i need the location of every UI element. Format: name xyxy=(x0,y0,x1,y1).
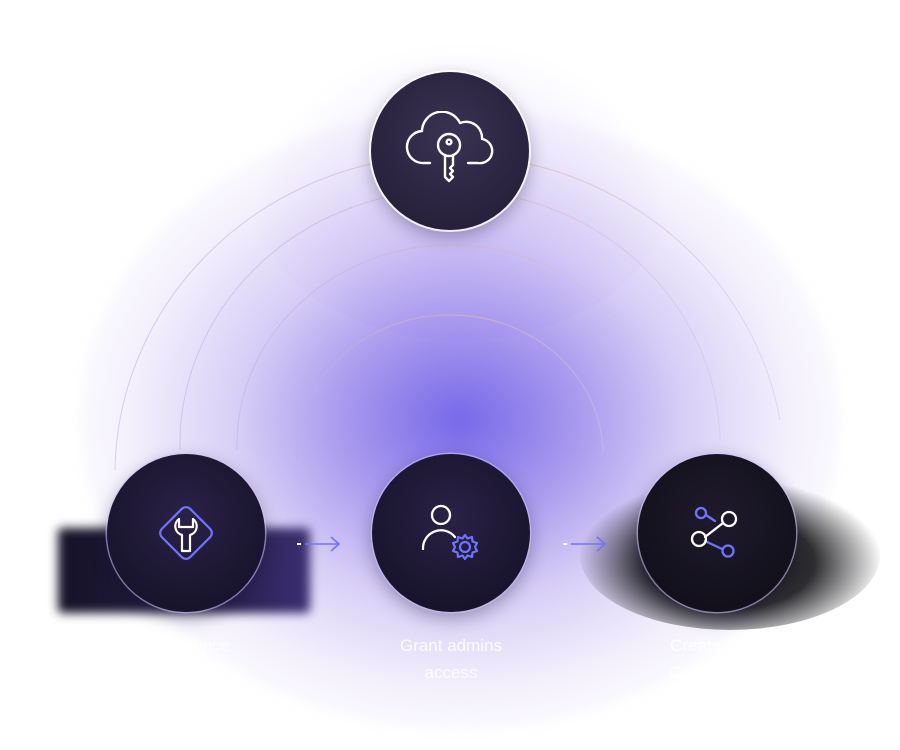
node-grant-admins xyxy=(372,454,530,612)
user-gear-icon xyxy=(421,504,479,561)
label-line: Grant admins xyxy=(399,636,503,655)
label-create-sso: Create SSO Connections xyxy=(606,632,826,686)
diagram-stage: Self-service profile Grant admins access… xyxy=(0,0,900,750)
label-line: Connections xyxy=(668,663,764,682)
arc-third xyxy=(236,244,666,451)
label-grant-admins: Grant admins access xyxy=(341,632,561,686)
arrow-right-icon xyxy=(297,536,341,552)
label-line: Self-service xyxy=(140,636,230,655)
label-line: profile xyxy=(161,663,209,682)
label-self-service: Self-service profile xyxy=(75,632,295,686)
arc-inner xyxy=(296,314,604,461)
node-create-sso xyxy=(638,454,796,612)
wrench-diamond-icon xyxy=(159,506,213,560)
cloud-key-icon xyxy=(405,111,494,183)
label-line: Create SSO xyxy=(670,636,762,655)
node-self-service xyxy=(107,454,265,612)
share-nodes-icon xyxy=(690,506,738,558)
label-line: access xyxy=(424,663,478,682)
arrow-right-icon xyxy=(563,536,607,552)
node-cloud-key xyxy=(371,72,529,230)
